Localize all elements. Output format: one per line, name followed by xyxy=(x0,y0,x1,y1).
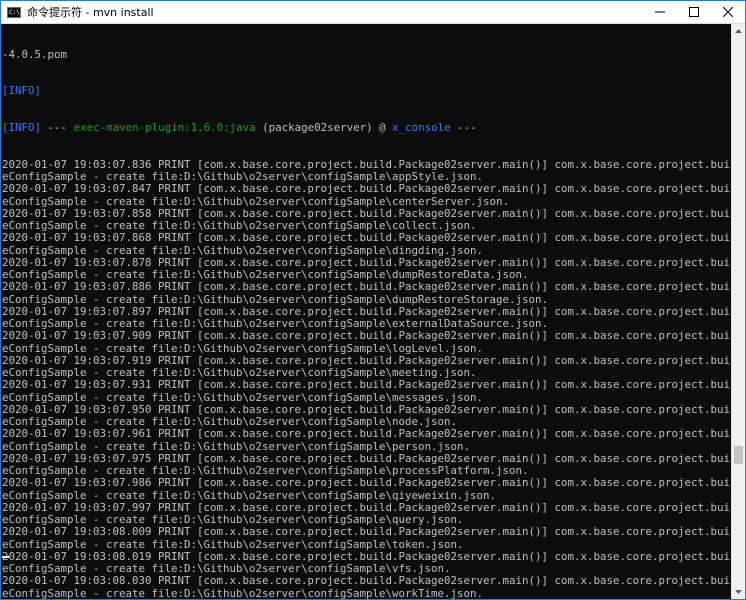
maximize-icon xyxy=(689,7,699,17)
window-title: 命令提示符 - mvn install xyxy=(27,6,154,19)
scroll-up-button[interactable] xyxy=(732,24,745,38)
console-line: eConfigSample - create file:D:\Github\o2… xyxy=(2,367,477,379)
plugin-line: [INFO] --- exec-maven-plugin:1.6.0:java … xyxy=(2,122,731,134)
console-line: eConfigSample - create file:D:\Github\o2… xyxy=(2,220,477,232)
minimize-icon xyxy=(655,11,665,13)
console-line: eConfigSample - create file:D:\Github\o2… xyxy=(2,171,484,183)
info-tag: [INFO] xyxy=(2,122,42,134)
vertical-scrollbar[interactable] xyxy=(731,24,745,599)
console-line: 2020-01-07 19:03:07.868 PRINT [com.x.bas… xyxy=(2,232,731,245)
console-line: 2020-01-07 19:03:07.919 PRINT [com.x.bas… xyxy=(2,354,731,367)
console-line: 2020-01-07 19:03:07.931 PRINT [com.x.bas… xyxy=(2,379,731,392)
console-line: eConfigSample - create file:D:\Github\o2… xyxy=(2,195,510,208)
text-cursor xyxy=(2,556,9,558)
info-dashes: --- xyxy=(47,122,68,134)
console-line: eConfigSample - create file:D:\Github\o2… xyxy=(2,318,549,330)
console-line: eConfigSample - create file:D:\Github\o2… xyxy=(2,514,464,526)
scroll-down-button[interactable] xyxy=(732,585,745,599)
minimize-button[interactable] xyxy=(643,1,677,23)
info-line: [INFO] xyxy=(2,85,731,97)
console-line: eConfigSample - create file:D:\Github\o2… xyxy=(2,391,484,404)
plugin-target: (package02server) @ xyxy=(262,122,386,134)
console-line: 2020-01-07 19:03:08.009 PRINT [com.x.bas… xyxy=(2,526,731,539)
console-line: 2020-01-07 19:03:07.836 PRINT [com.x.bas… xyxy=(2,158,731,171)
console-line: eConfigSample - create file:D:\Github\o2… xyxy=(2,244,484,257)
console-line: eConfigSample - create file:D:\Github\o2… xyxy=(2,587,484,600)
console-output[interactable]: -4.0.5.pom [INFO] [INFO] --- exec-maven-… xyxy=(1,24,731,599)
console-line: 2020-01-07 19:03:07.986 PRINT [com.x.bas… xyxy=(2,477,731,490)
console-line: 2020-01-07 19:03:07.897 PRINT [com.x.bas… xyxy=(2,305,731,318)
console-line: 2020-01-07 19:03:07.975 PRINT [com.x.bas… xyxy=(2,452,731,465)
console-line: 2020-01-07 19:03:08.030 PRINT [com.x.bas… xyxy=(2,575,731,588)
scroll-thumb[interactable] xyxy=(734,446,743,464)
console-line: 2020-01-07 19:03:07.858 PRINT [com.x.bas… xyxy=(2,207,731,220)
console-line: 2020-01-07 19:03:07.878 PRINT [com.x.bas… xyxy=(2,256,731,269)
maximize-button[interactable] xyxy=(677,1,711,23)
console-line: 2020-01-07 19:03:07.847 PRINT [com.x.bas… xyxy=(2,183,731,196)
console-line: eConfigSample - create file:D:\Github\o2… xyxy=(2,269,529,281)
info-tag: [INFO] xyxy=(2,85,42,98)
console-line: -4.0.5.pom xyxy=(2,48,68,61)
close-icon xyxy=(723,7,733,17)
scroll-up-icon xyxy=(735,29,742,33)
console-line: eConfigSample - create file:D:\Github\o2… xyxy=(2,342,484,355)
console-line: eConfigSample - create file:D:\Github\o2… xyxy=(2,538,464,551)
plugin-module: x_console xyxy=(392,122,451,134)
cmd-icon: C:\ xyxy=(7,6,21,18)
scroll-down-icon xyxy=(735,590,742,594)
console-line: eConfigSample - create file:D:\Github\o2… xyxy=(2,489,497,502)
close-button[interactable] xyxy=(711,1,745,23)
console-line: 2020-01-07 19:03:07.961 PRINT [com.x.bas… xyxy=(2,428,731,441)
console-line: 2020-01-07 19:03:07.997 PRINT [com.x.bas… xyxy=(2,501,731,514)
console-line: 2020-01-07 19:03:08.019 PRINT [com.x.bas… xyxy=(2,550,731,563)
console-line: 2020-01-07 19:03:07.909 PRINT [com.x.bas… xyxy=(2,330,731,343)
console-line: eConfigSample - create file:D:\Github\o2… xyxy=(2,293,549,306)
console-line: eConfigSample - create file:D:\Github\o2… xyxy=(2,416,458,428)
console-line: eConfigSample - create file:D:\Github\o2… xyxy=(2,563,451,575)
cmd-window: C:\ 命令提示符 - mvn install -4.0.5.pom [INFO… xyxy=(0,0,746,600)
window-controls xyxy=(643,1,745,23)
console-line: eConfigSample - create file:D:\Github\o2… xyxy=(2,465,529,477)
plugin-name: exec-maven-plugin:1.6.0:java xyxy=(73,122,256,134)
console-lines: -4.0.5.pom [INFO] [INFO] --- exec-maven-… xyxy=(1,24,731,600)
console-line: 2020-01-07 19:03:07.886 PRINT [com.x.bas… xyxy=(2,281,731,294)
title-bar[interactable]: C:\ 命令提示符 - mvn install xyxy=(1,1,745,24)
console-line: 2020-01-07 19:03:07.950 PRINT [com.x.bas… xyxy=(2,403,731,416)
console-line: eConfigSample - create file:D:\Github\o2… xyxy=(2,440,471,453)
info-dashes: --- xyxy=(457,122,477,134)
